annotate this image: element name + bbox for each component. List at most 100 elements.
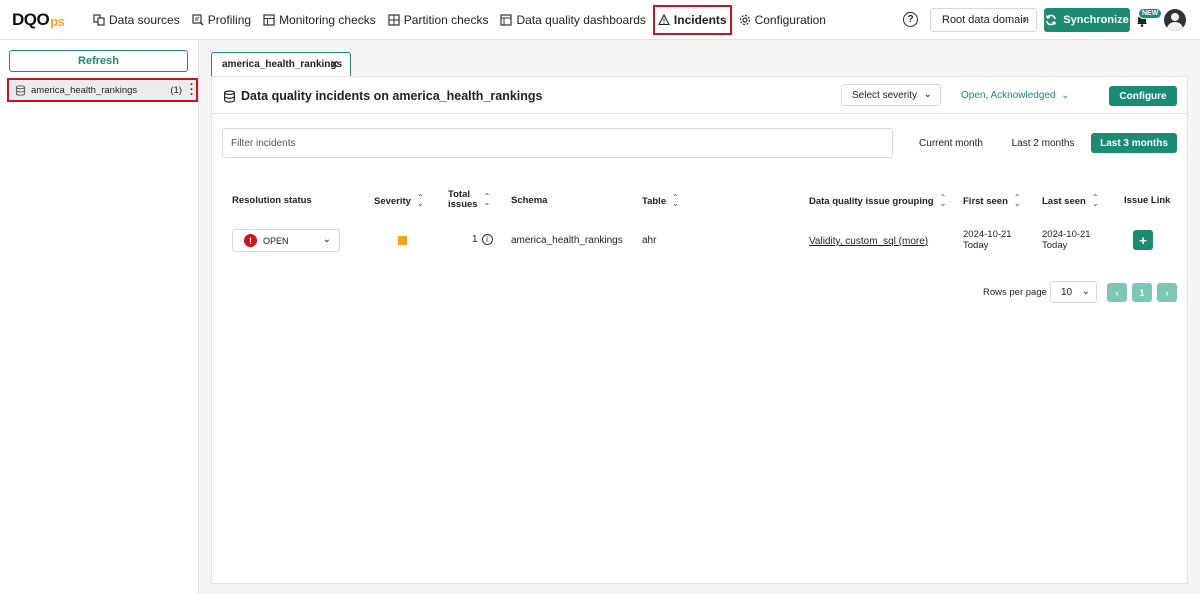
sidebar-item-america-health-rankings[interactable]: america_health_rankings (1) · · · <box>7 78 198 102</box>
filter-incidents-input[interactable] <box>222 128 893 158</box>
total-issues-cell: 1i <box>472 234 493 245</box>
next-page-button[interactable]: › <box>1157 283 1177 302</box>
rows-per-page-label: Rows per page <box>983 287 1047 298</box>
severity-indicator <box>398 236 407 245</box>
header-label-line2: issues <box>448 199 478 210</box>
chevron-down-icon: ⌄ <box>923 89 932 100</box>
database-icon <box>15 84 26 96</box>
status-filter-dropdown[interactable]: Open, Acknowledged ⌄ <box>961 90 1069 101</box>
first-seen-relative: Today <box>963 240 989 251</box>
header-label: First seen <box>963 195 1008 207</box>
header-first-seen[interactable]: First seen ⌃ ⌄ <box>963 194 1021 208</box>
user-avatar[interactable] <box>1164 9 1186 31</box>
nav-data-sources-label: Data sources <box>109 12 180 27</box>
header-resolution-status: Resolution status <box>232 195 312 206</box>
partition-icon <box>388 13 400 26</box>
header-schema: Schema <box>511 195 547 206</box>
rows-per-page-value: 10 <box>1061 286 1073 298</box>
header-label: Table <box>642 195 667 207</box>
refresh-button[interactable]: Refresh <box>9 50 188 72</box>
prev-page-button[interactable]: ‹ <box>1107 283 1127 302</box>
logo-sub-text: ps <box>50 14 65 29</box>
header-label: Issue Link <box>1124 195 1171 206</box>
incidents-panel: Data quality incidents on america_health… <box>211 76 1188 584</box>
header-grouping[interactable]: Data quality issue grouping ⌃ ⌄ <box>809 194 947 208</box>
info-icon[interactable]: i <box>481 234 493 245</box>
nav-data-quality-dashboards-label: Data quality dashboards <box>516 12 646 27</box>
rows-per-page-select[interactable]: 10 ⌄ <box>1050 281 1097 303</box>
more-vertical-icon[interactable]: · · · <box>190 80 194 101</box>
data-sources-icon <box>93 13 105 26</box>
last-seen-cell: 2024-10-21 Today <box>1042 229 1091 251</box>
close-icon[interactable]: ✕ <box>330 58 339 71</box>
header-total-issues[interactable]: Total issues ⌃ ⌄ <box>448 190 490 210</box>
nav-monitoring-checks-label: Monitoring checks <box>279 12 376 27</box>
help-icon[interactable]: ? <box>903 12 918 27</box>
schema-cell: america_health_rankings <box>511 235 623 246</box>
sort-icon[interactable]: ⌃ ⌄ <box>1092 194 1099 208</box>
nav-configuration-label: Configuration <box>754 12 826 27</box>
configure-button[interactable]: Configure <box>1109 86 1177 106</box>
header-label: Schema <box>511 195 548 206</box>
data-domain-label: Root data domain <box>942 14 1029 26</box>
new-badge: NEW <box>1138 8 1163 19</box>
warning-icon <box>657 13 670 25</box>
grouping-link[interactable]: Validity, custom_sql (more) <box>809 236 928 247</box>
nav-monitoring-checks[interactable]: Monitoring checks <box>258 5 381 35</box>
nav-partition-checks[interactable]: Partition checks <box>383 5 494 35</box>
chevron-down-icon: ⌄ <box>322 234 331 245</box>
nav-data-quality-dashboards[interactable]: Data quality dashboards <box>495 5 650 35</box>
sort-icon[interactable]: ⌃ ⌄ <box>1014 194 1021 208</box>
last-seen-relative: Today <box>1042 240 1068 251</box>
sort-icon[interactable]: ⌃ ⌄ <box>417 194 424 208</box>
tab-label: america_health_rankings <box>222 59 343 70</box>
add-issue-link-button[interactable]: + <box>1133 230 1153 250</box>
sort-icon[interactable]: ⌃ ⌄ <box>484 193 491 207</box>
severity-select[interactable]: Select severity ⌄ <box>841 84 941 106</box>
dqops-logo[interactable]: DQO ps <box>12 8 74 32</box>
nav-profiling[interactable]: Profiling <box>187 5 256 35</box>
sort-icon[interactable]: ⌃ ⌄ <box>672 194 679 208</box>
top-navigation-bar: DQO ps Data sources Profiling Monitoring … <box>0 0 1200 40</box>
status-label: OPEN <box>263 235 289 246</box>
monitoring-icon <box>263 13 275 26</box>
nav-data-sources[interactable]: Data sources <box>88 5 185 35</box>
range-last-2-months[interactable]: Last 2 months <box>1009 133 1077 153</box>
synchronize-button[interactable]: Synchronize <box>1044 8 1130 32</box>
last-seen-date: 2024-10-21 <box>1042 229 1091 240</box>
range-last-3-months[interactable]: Last 3 months <box>1091 133 1177 153</box>
nav-profiling-label: Profiling <box>207 12 252 27</box>
error-icon: ! <box>244 234 257 247</box>
nav-incidents[interactable]: Incidents <box>652 4 732 35</box>
gear-icon <box>739 14 750 25</box>
header-label: Data quality issue grouping <box>809 195 934 207</box>
chevron-down-icon: ⌄ <box>1081 286 1090 297</box>
header-severity[interactable]: Severity ⌃ ⌄ <box>374 194 424 208</box>
resolution-status-select[interactable]: ! OPEN ⌄ <box>232 229 340 252</box>
data-domain-button[interactable]: Root data domain › <box>930 8 1037 32</box>
severity-select-label: Select severity <box>852 89 918 101</box>
sort-icon[interactable]: ⌃ ⌄ <box>940 194 947 208</box>
header-table[interactable]: Table ⌃ ⌄ <box>642 194 679 208</box>
header-last-seen[interactable]: Last seen ⌃ ⌄ <box>1042 194 1099 208</box>
panel-header: Data quality incidents on america_health… <box>212 77 1187 114</box>
tab-america-health-rankings[interactable]: america_health_rankings ✕ <box>211 52 351 76</box>
dashboard-icon <box>500 13 513 26</box>
chevron-right-icon: › <box>1023 14 1027 26</box>
sync-icon <box>1046 14 1057 26</box>
sidebar: Refresh america_health_rankings (1) · · · <box>0 40 199 594</box>
nav-configuration[interactable]: Configuration <box>734 5 831 35</box>
sidebar-item-count: (1) <box>170 84 182 96</box>
chevron-down-icon: ⌄ <box>1058 90 1070 101</box>
range-current-month[interactable]: Current month <box>917 133 985 153</box>
page-title-text: Data quality incidents on america_health… <box>241 89 543 103</box>
first-seen-date: 2024-10-21 <box>963 229 1012 240</box>
total-issues-value: 1 <box>472 234 478 246</box>
profiling-icon <box>192 13 204 26</box>
header-label: Resolution status <box>232 195 312 206</box>
logo-main-text: DQO <box>12 9 50 29</box>
nav-incidents-label: Incidents <box>673 12 727 27</box>
page-1-button[interactable]: 1 <box>1132 283 1152 302</box>
status-filter-label: Open, Acknowledged <box>961 90 1056 101</box>
sidebar-item-label: america_health_rankings <box>31 84 138 96</box>
